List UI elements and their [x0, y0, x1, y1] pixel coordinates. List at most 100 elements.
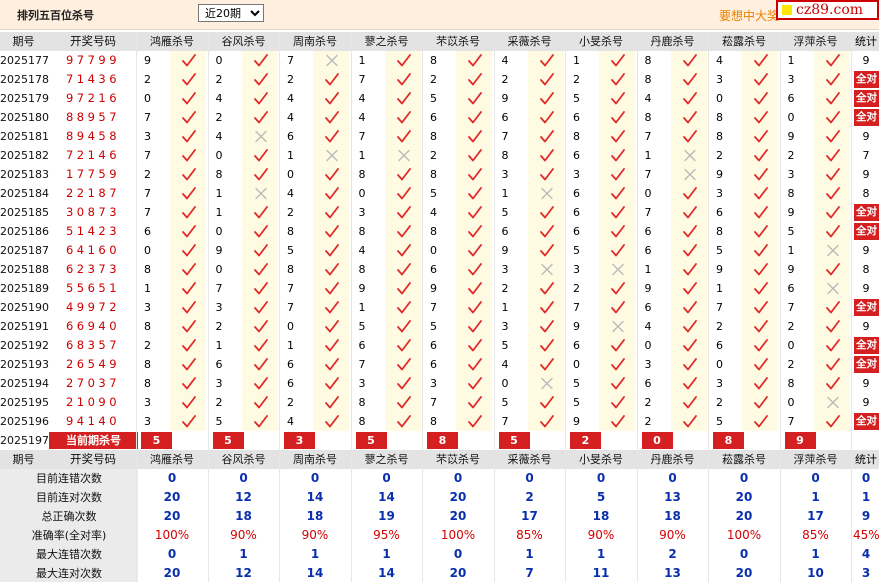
stats-value: 0: [668, 471, 677, 485]
check-icon: [325, 301, 339, 314]
kill-number: 3: [358, 377, 366, 390]
row-stat: 全对: [853, 298, 879, 317]
result-mark: [456, 241, 492, 260]
period-number: 2025195: [0, 396, 49, 409]
current-kill-number: 2: [570, 432, 601, 449]
result-mark: [170, 108, 206, 127]
column-header-expert[interactable]: 芣苡杀号: [424, 450, 492, 469]
site-logo[interactable]: cz89.com: [776, 0, 879, 20]
column-divider: [565, 32, 566, 582]
column-header-expert[interactable]: 浮萍杀号: [782, 450, 850, 469]
cross-icon: [540, 187, 553, 200]
kill-number: 0: [144, 92, 151, 105]
column-header-expert[interactable]: 采薇杀号: [496, 450, 564, 469]
result-mark: [241, 298, 278, 317]
check-icon: [325, 92, 339, 105]
column-header-expert[interactable]: 丹鹿杀号: [639, 32, 707, 51]
kill-number: 7: [215, 282, 223, 295]
result-mark: [742, 260, 778, 279]
result-mark: [813, 89, 850, 108]
result-mark: [527, 412, 564, 431]
stats-value: 90%: [587, 528, 615, 542]
check-icon: [539, 168, 554, 181]
cross-icon: [540, 377, 553, 390]
kill-number: 0: [716, 358, 723, 371]
stats-value: 12: [235, 566, 252, 580]
row-stat: 全对: [853, 222, 879, 241]
column-header-expert[interactable]: 谷风杀号: [210, 450, 278, 469]
result-mark: [742, 393, 778, 412]
kill-number: 3: [144, 415, 151, 428]
stats-value: 12: [235, 490, 252, 504]
kill-number: 9: [573, 415, 580, 428]
kill-number: 9: [787, 130, 795, 143]
result-mark: [456, 146, 492, 165]
check-icon: [182, 377, 196, 390]
row-stat: 7: [862, 149, 870, 162]
result-mark: [670, 241, 707, 260]
result-mark: [670, 165, 707, 184]
check-icon: [396, 54, 411, 67]
result-mark: [170, 222, 206, 241]
result-mark: [670, 355, 707, 374]
column-header-expert[interactable]: 小旻杀号: [567, 450, 635, 469]
result-mark: [527, 203, 564, 222]
result-mark: [170, 89, 206, 108]
column-header-expert[interactable]: 丹鹿杀号: [639, 450, 707, 469]
lottery-number: 21090: [65, 395, 121, 409]
column-header-expert[interactable]: 鸿雁杀号: [138, 450, 206, 469]
result-mark: [241, 184, 278, 203]
check-icon: [754, 396, 768, 409]
check-icon: [253, 396, 268, 409]
kill-number: 7: [716, 301, 723, 314]
all-correct-badge: 全对: [854, 413, 879, 430]
kill-number: 7: [358, 358, 366, 371]
table-row: 2025185 30873 7 1 2 3 4 5 6 7 6 9 全对: [0, 203, 879, 222]
page-title: 排列五百位杀号: [17, 9, 94, 22]
kill-number: 4: [358, 92, 366, 105]
column-header-expert[interactable]: 鸿雁杀号: [138, 32, 206, 51]
period-number: 2025183: [0, 168, 49, 181]
promo-text[interactable]: 要想中大奖: [719, 7, 779, 24]
column-header-expert[interactable]: 谷风杀号: [210, 32, 278, 51]
stats-total: 0: [861, 471, 871, 485]
column-header-expert[interactable]: 周南杀号: [281, 32, 349, 51]
lottery-number: 26549: [65, 357, 121, 371]
kill-number: 7: [287, 54, 294, 67]
kill-number: 1: [358, 54, 366, 67]
column-header-expert[interactable]: 菘露杀号: [710, 450, 778, 469]
check-icon: [825, 130, 840, 143]
result-mark: [170, 127, 206, 146]
period-range-select[interactable]: 近20期: [198, 4, 264, 22]
all-correct-badge: 全对: [854, 356, 879, 373]
current-kill-label: 当前期杀号: [49, 432, 138, 449]
kill-number: 4: [358, 244, 366, 257]
column-header-expert[interactable]: 周南杀号: [281, 450, 349, 469]
kill-number: 2: [144, 339, 151, 352]
result-mark: [813, 393, 850, 412]
result-mark: [599, 89, 635, 108]
kill-number: 7: [644, 206, 652, 219]
kill-number: 5: [501, 206, 509, 219]
column-header-expert[interactable]: 蓼之杀号: [353, 450, 421, 469]
result-mark: [813, 241, 850, 260]
column-divider: [493, 32, 495, 582]
column-header-expert[interactable]: 菘露杀号: [710, 32, 778, 51]
check-icon: [325, 206, 339, 219]
column-header-expert[interactable]: 芣苡杀号: [424, 32, 492, 51]
stats-label: 目前连错次数: [0, 469, 138, 488]
kill-number: 7: [358, 130, 366, 143]
row-stat: 9: [862, 377, 870, 390]
column-header-expert[interactable]: 小旻杀号: [567, 32, 635, 51]
stats-value: 90%: [301, 528, 329, 542]
column-header-expert[interactable]: 蓼之杀号: [353, 32, 421, 51]
cross-icon: [826, 396, 839, 409]
check-icon: [825, 263, 840, 276]
check-icon: [253, 73, 268, 86]
lottery-number: 22187: [65, 186, 121, 200]
result-mark: [527, 146, 564, 165]
row-stat: 全对: [853, 203, 879, 222]
column-header-expert[interactable]: 浮萍杀号: [782, 32, 850, 51]
result-mark: [813, 336, 850, 355]
column-header-expert[interactable]: 采薇杀号: [496, 32, 564, 51]
